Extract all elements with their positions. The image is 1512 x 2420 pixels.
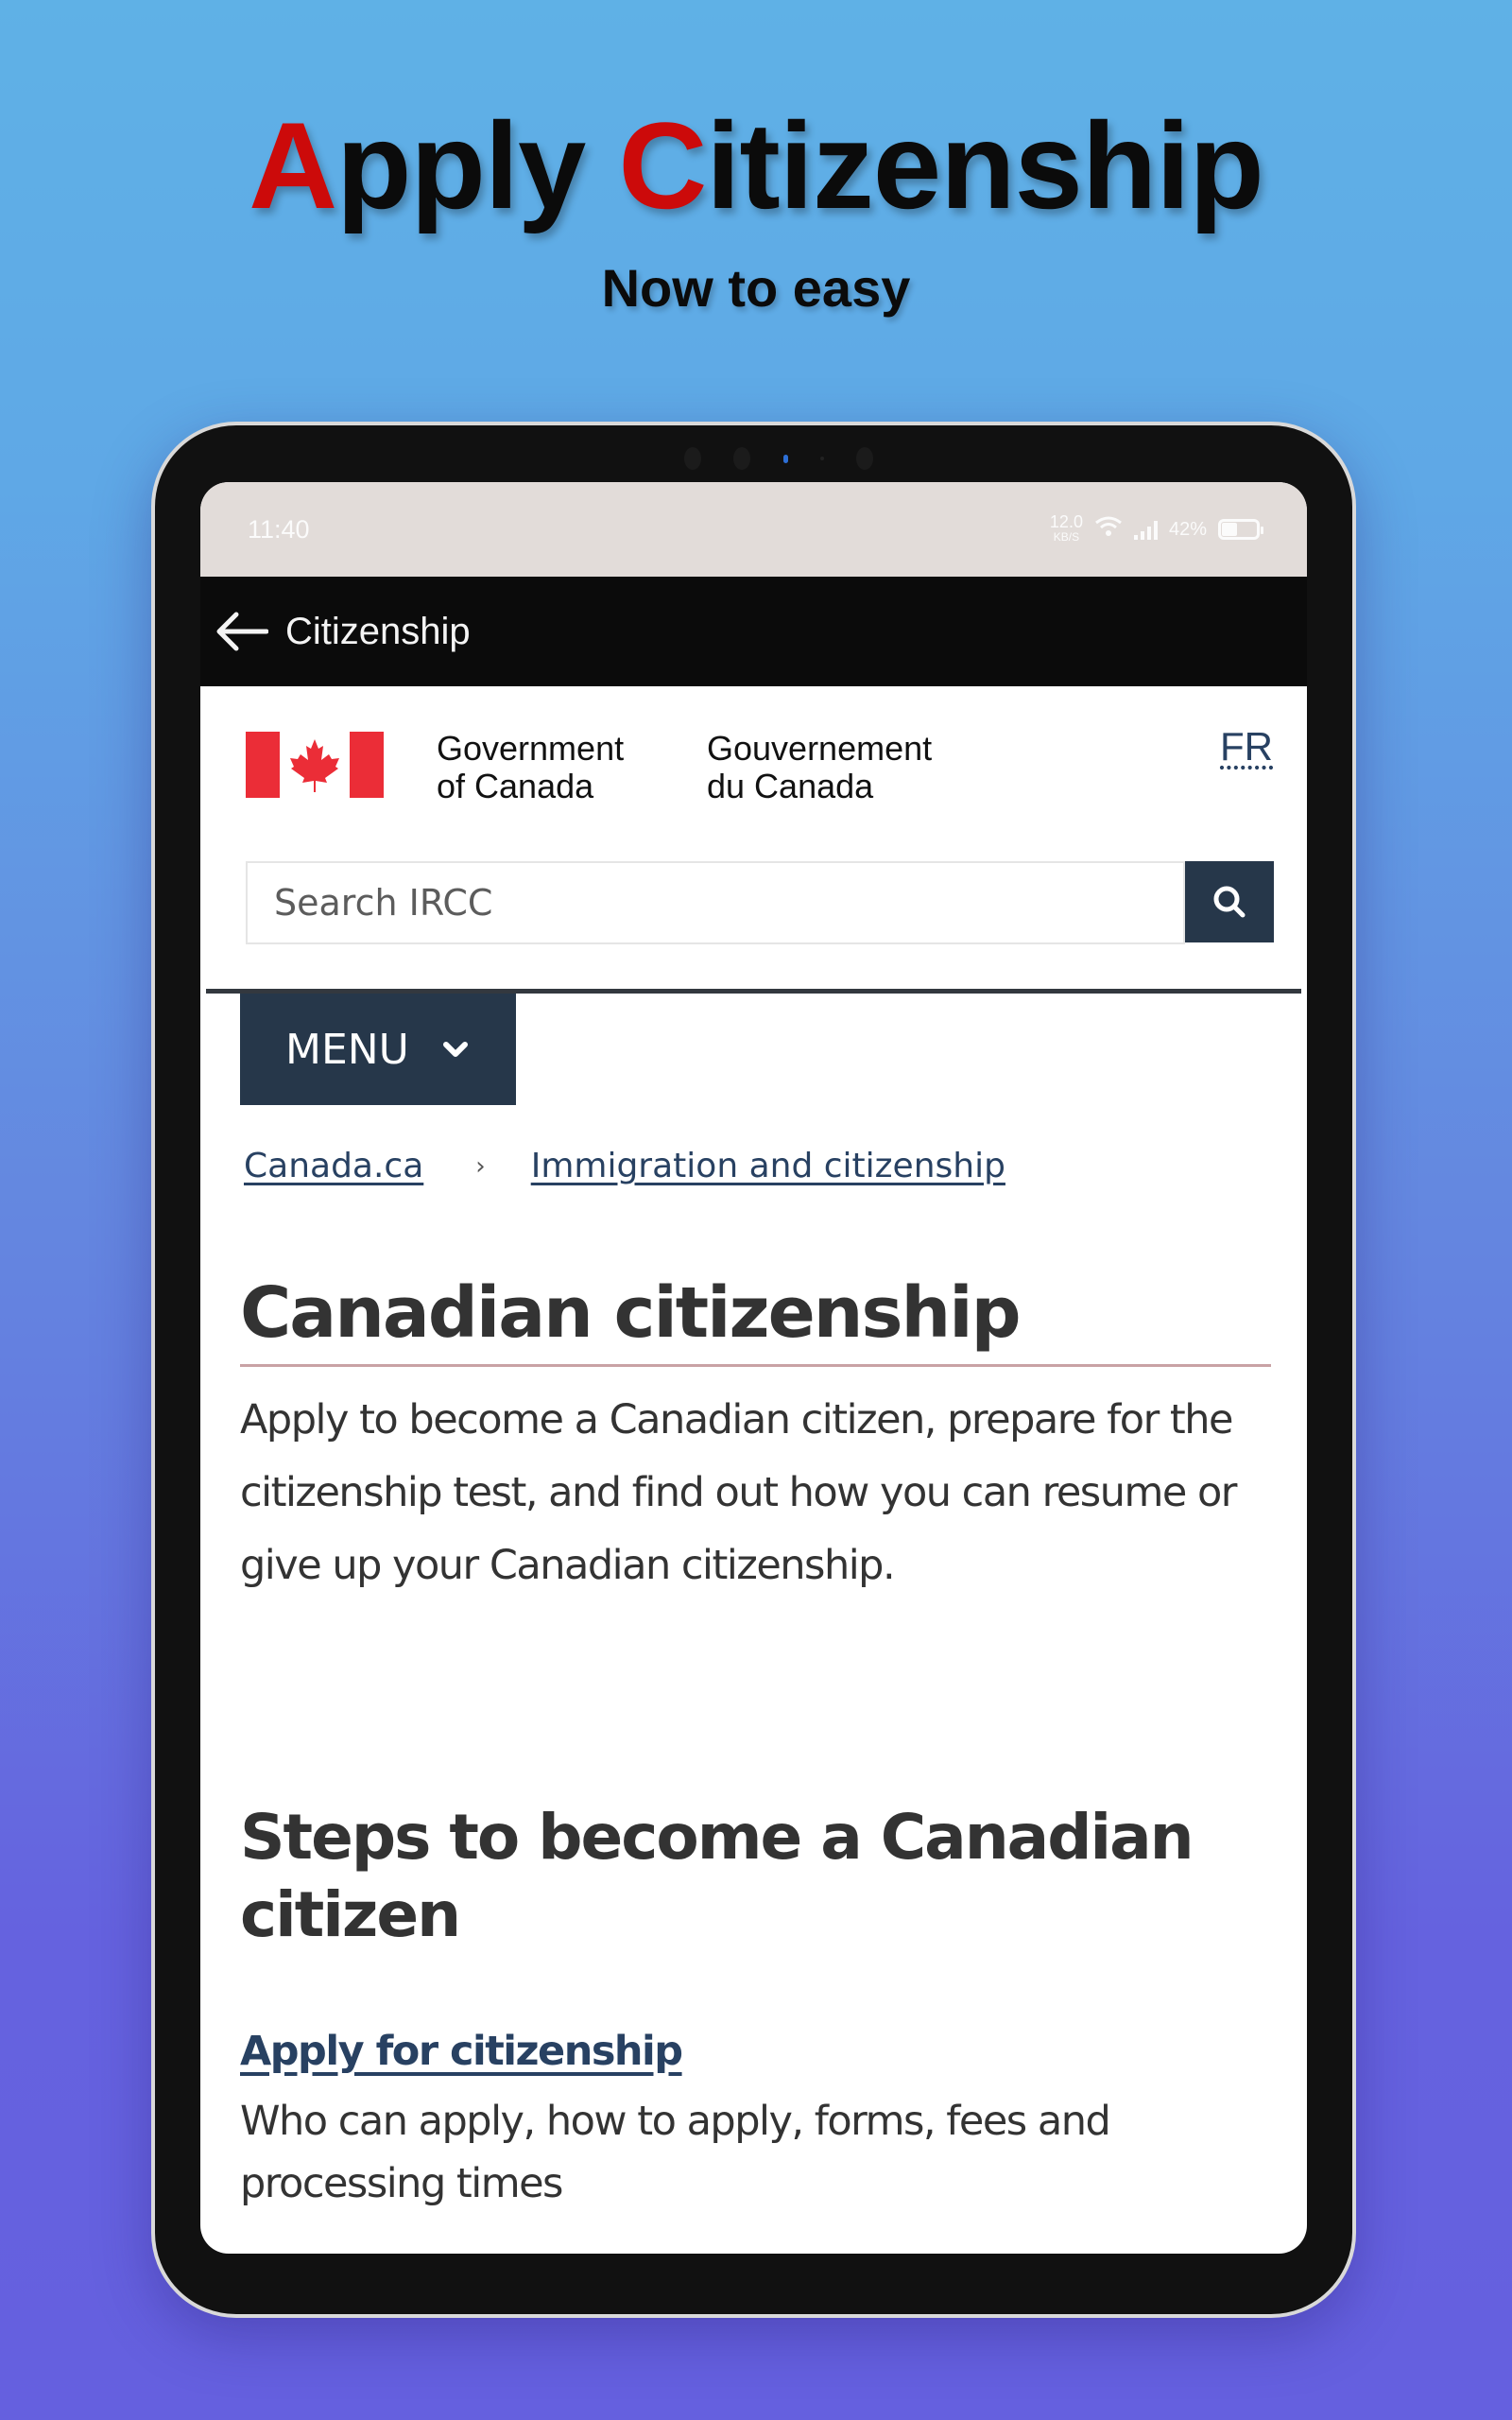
mic-icon xyxy=(819,457,824,460)
gov-name-en: Government of Canada xyxy=(437,730,624,805)
sensor-icon xyxy=(856,447,873,470)
indicator-light-icon xyxy=(782,454,788,463)
status-icons: 12.0 KB/S 42% xyxy=(1049,512,1263,544)
search-button[interactable] xyxy=(1185,861,1274,942)
device-screen: 11:40 12.0 KB/S 42% Citizenship Governme… xyxy=(200,482,1307,2254)
breadcrumb: Canada.ca › Immigration and citizenship xyxy=(200,1107,1307,1211)
menu-button[interactable]: MENU xyxy=(240,994,516,1105)
language-toggle-link[interactable]: FR xyxy=(1220,724,1273,769)
promo-title-part: A xyxy=(249,96,337,234)
breadcrumb-link[interactable]: Immigration and citizenship xyxy=(531,1147,1005,1185)
step-description: Who can apply, how to apply, forms, fees… xyxy=(240,2097,1111,2207)
gov-name-en-line1: Government xyxy=(437,729,625,768)
net-speed-value: 12.0 xyxy=(1049,512,1083,531)
menu-area: MENU xyxy=(200,994,1307,1107)
signal-icon xyxy=(1133,519,1158,540)
net-speed: 12.0 KB/S xyxy=(1049,512,1083,544)
promo-subtitle: Now to easy xyxy=(601,258,911,318)
net-speed-unit: KB/S xyxy=(1053,530,1080,544)
app-bar-title: Citizenship xyxy=(285,610,471,652)
menu-label: MENU xyxy=(285,1025,409,1074)
search-section xyxy=(206,819,1301,994)
search-input[interactable] xyxy=(246,861,1185,944)
promo-title-part: C xyxy=(618,96,707,234)
wifi-icon xyxy=(1094,515,1123,544)
promo-title-part: itizenship xyxy=(706,96,1263,234)
gov-name-fr-line2: du Canada xyxy=(707,767,874,805)
section-title: Steps to become a Canadian citizen xyxy=(240,1800,1194,1951)
gc-header: Government of Canada Gouvernement du Can… xyxy=(206,686,1301,819)
page-title: Canadian citizenship xyxy=(240,1276,1271,1367)
breadcrumb-separator-icon: › xyxy=(475,1152,486,1181)
gov-name-fr-line1: Gouvernement xyxy=(707,729,933,768)
breadcrumb-link[interactable]: Canada.ca xyxy=(244,1147,423,1185)
battery-icon xyxy=(1218,519,1263,540)
app-bar: Citizenship xyxy=(200,577,1307,686)
battery-percent: 42% xyxy=(1168,518,1207,540)
promo-title-part: pply xyxy=(336,96,619,234)
page-lead: Apply to become a Canadian citizen, prep… xyxy=(240,1395,1237,1589)
promo-title: Apply Citizenship xyxy=(0,95,1512,236)
gov-name-en-line2: of Canada xyxy=(437,767,594,805)
camera-bar xyxy=(684,444,873,473)
camera-icon xyxy=(733,447,751,470)
status-bar: 11:40 12.0 KB/S 42% xyxy=(200,482,1307,577)
sensor-icon xyxy=(684,447,701,470)
arrow-left-icon[interactable] xyxy=(214,608,272,655)
search-icon xyxy=(1213,886,1246,918)
apply-for-citizenship-link[interactable]: Apply for citizenship xyxy=(240,2028,1271,2075)
tablet-frame: 11:40 12.0 KB/S 42% Citizenship Governme… xyxy=(151,422,1356,2318)
gov-name-fr: Gouvernement du Canada xyxy=(707,730,932,805)
chevron-down-icon xyxy=(442,1042,468,1057)
status-time: 11:40 xyxy=(248,514,310,544)
canada-flag-icon xyxy=(246,732,384,798)
